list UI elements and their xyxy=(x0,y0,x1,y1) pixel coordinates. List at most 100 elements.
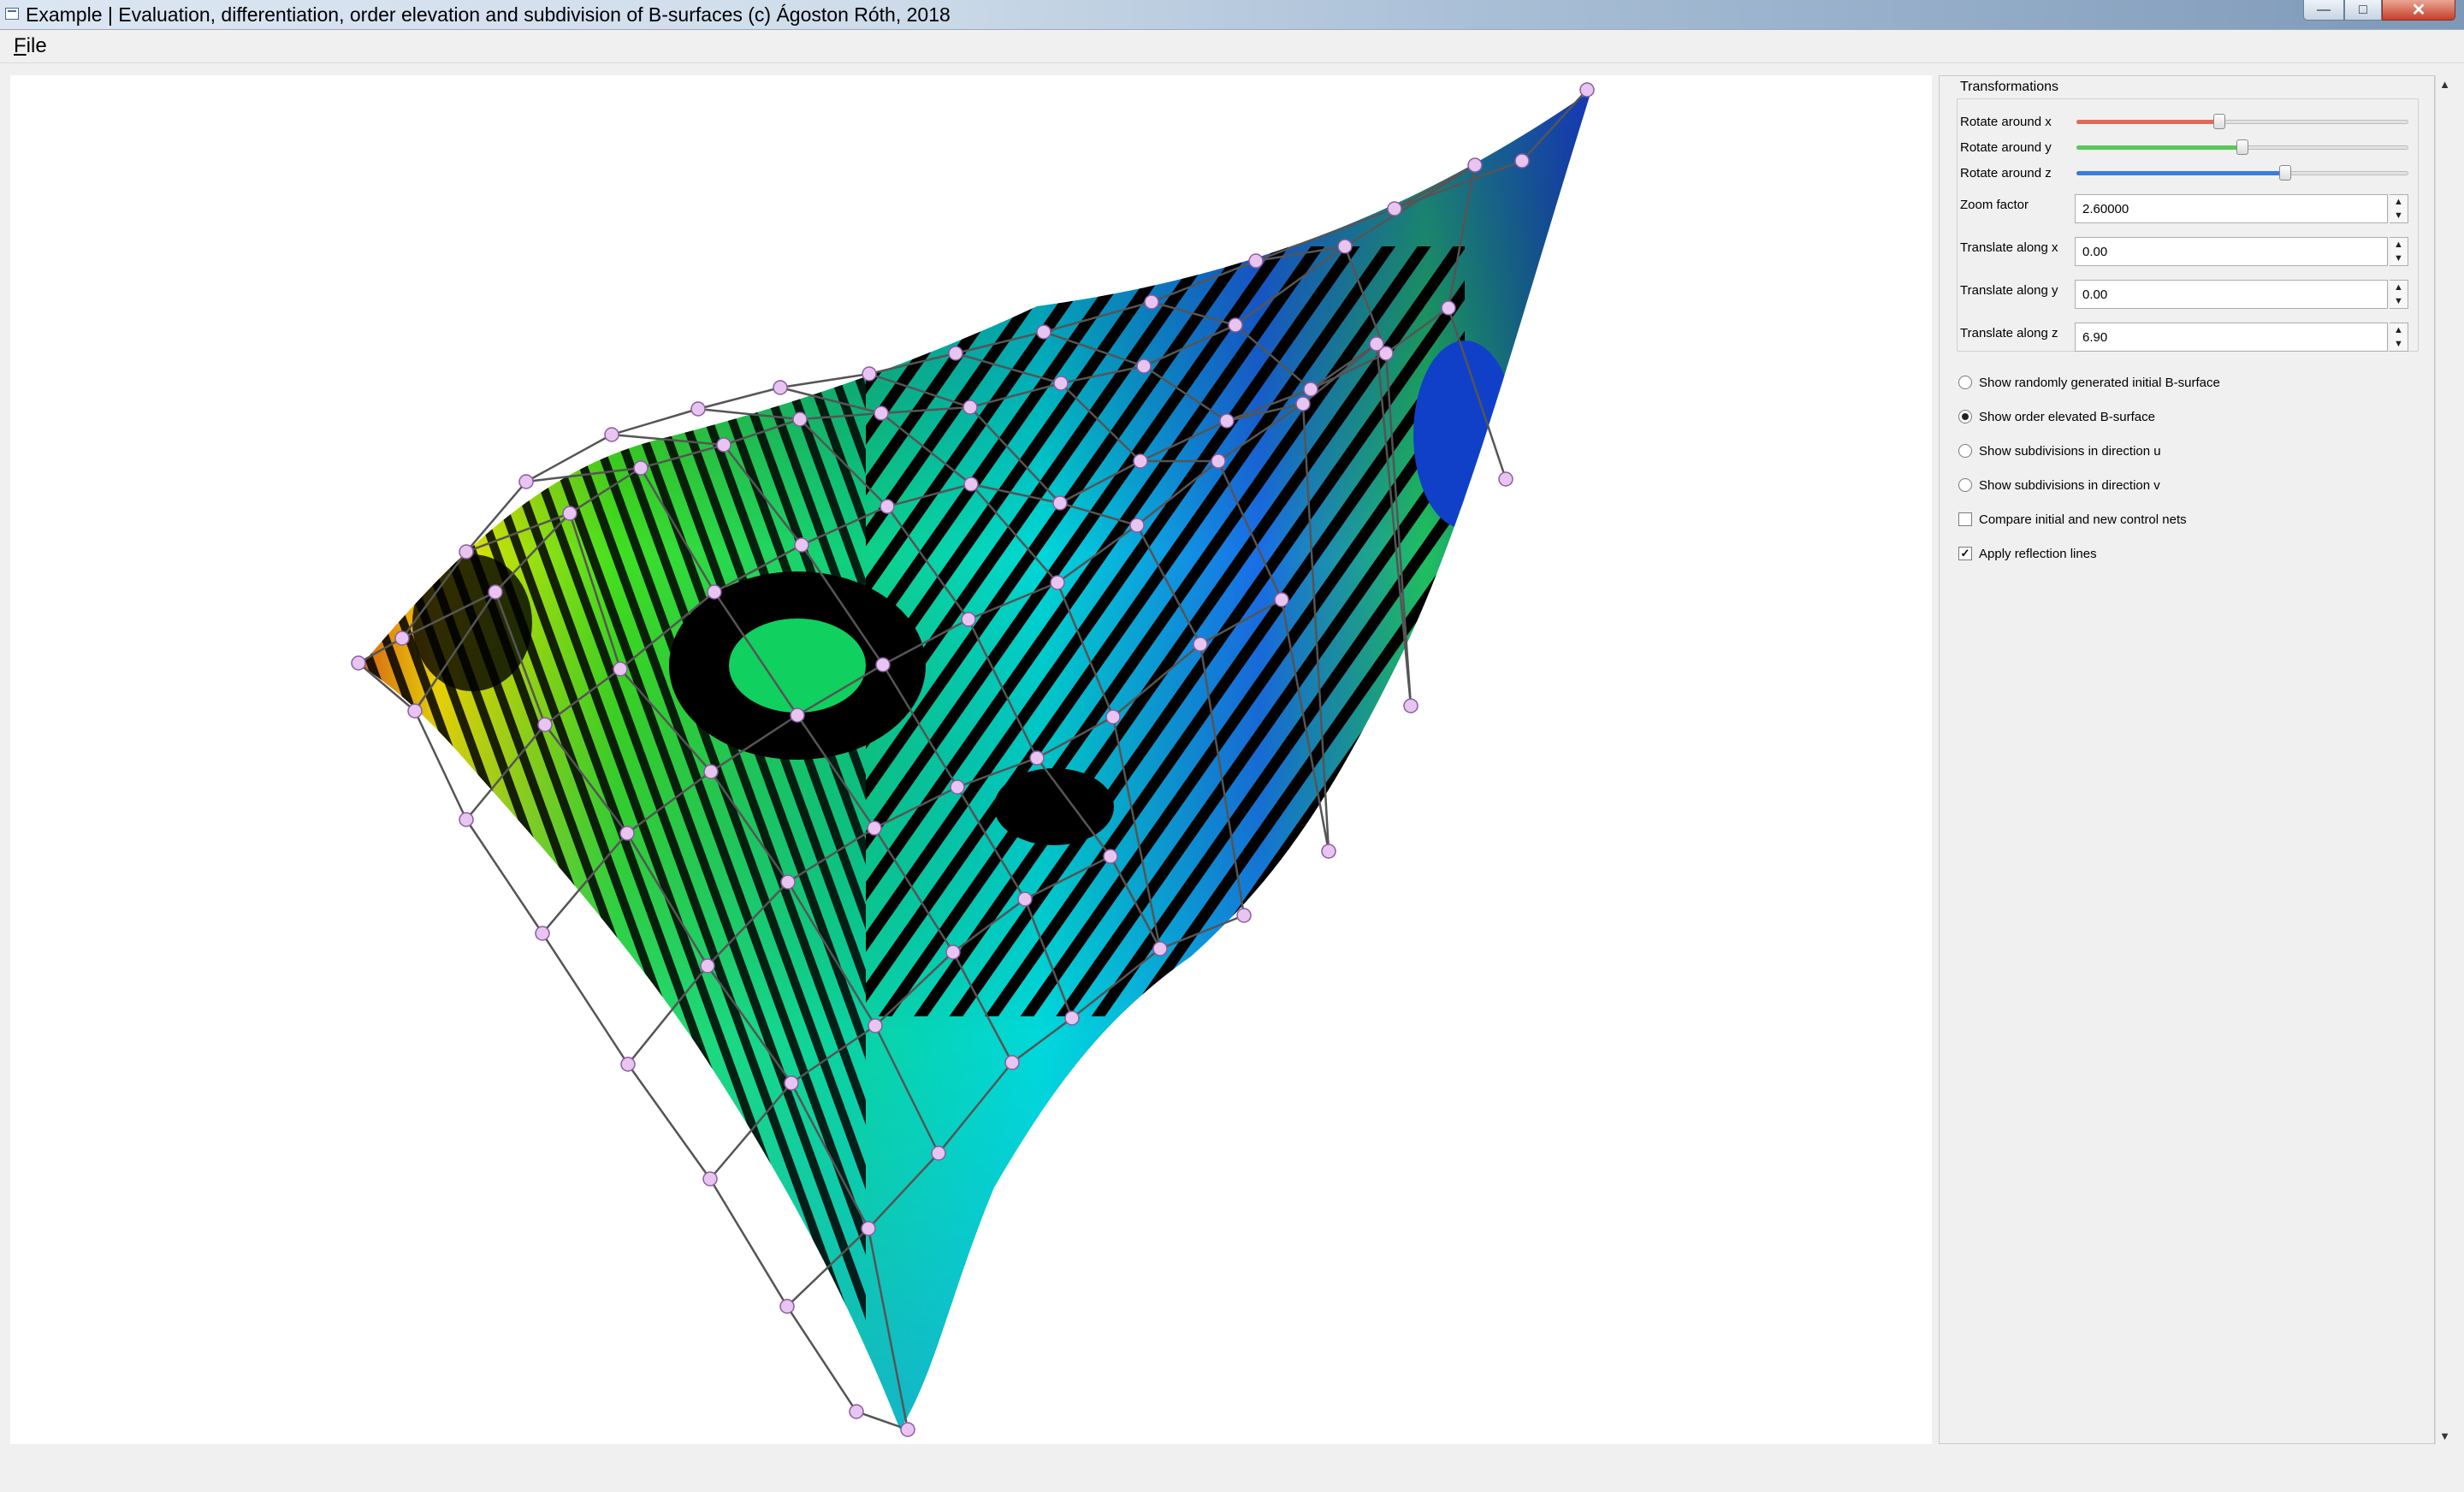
scroll-up-icon[interactable]: ▲ xyxy=(2436,75,2454,92)
option-order-elevated[interactable]: Show order elevated B-surface xyxy=(1958,406,2155,427)
control-point xyxy=(707,584,722,600)
control-point xyxy=(700,958,715,974)
control-point xyxy=(849,1404,864,1419)
zoom-factor-arrows[interactable]: ▲ ▼ xyxy=(2390,194,2408,223)
translate-y-input[interactable] xyxy=(2075,280,2388,309)
control-point xyxy=(900,1422,915,1437)
spin-down-icon[interactable]: ▼ xyxy=(2390,252,2408,265)
control-point xyxy=(604,427,619,442)
spin-up-icon[interactable]: ▲ xyxy=(2390,238,2408,252)
scroll-down-icon[interactable]: ▼ xyxy=(2436,1427,2454,1444)
transformations-group xyxy=(1957,98,2419,352)
rotate-x-handle[interactable] xyxy=(2212,114,2225,129)
compare-control-nets-checkbox[interactable]: Compare initial and new control nets xyxy=(1958,509,2187,530)
control-point xyxy=(459,544,474,560)
translate-y-arrows[interactable]: ▲ ▼ xyxy=(2390,280,2408,309)
zoom-factor-input[interactable] xyxy=(2075,194,2388,223)
control-point xyxy=(792,411,808,427)
translate-y-spinbox[interactable]: ▲▼ xyxy=(2075,280,2408,309)
control-point xyxy=(868,1018,883,1033)
option-subdivision-v[interactable]: Show subdivisions in direction v xyxy=(1958,475,2160,495)
option-initial-surface[interactable]: Show randomly generated initial B-surfac… xyxy=(1958,372,2220,393)
checkbox-icon[interactable] xyxy=(1958,512,1972,526)
control-point xyxy=(779,1299,795,1314)
control-point xyxy=(1053,376,1069,391)
minimize-button[interactable]: — xyxy=(2303,0,2344,21)
control-point xyxy=(784,1075,799,1091)
control-point xyxy=(702,1171,718,1187)
control-point xyxy=(773,380,788,395)
control-point xyxy=(950,779,965,795)
rotate-z-fill xyxy=(2076,171,2286,175)
radio-icon[interactable] xyxy=(1958,478,1972,492)
control-point xyxy=(619,826,635,841)
option-subdivision-u[interactable]: Show subdivisions in direction u xyxy=(1958,441,2161,461)
control-point xyxy=(1036,324,1051,340)
maximize-button[interactable]: □ xyxy=(2344,0,2382,21)
option-order-elevated-label: Show order elevated B-surface xyxy=(1979,409,2155,424)
menu-file-label: ile xyxy=(26,34,47,57)
option-subdivision-u-label: Show subdivisions in direction u xyxy=(1979,443,2161,459)
control-point xyxy=(1211,453,1226,469)
control-point xyxy=(633,460,649,476)
spin-up-icon[interactable]: ▲ xyxy=(2390,323,2408,337)
control-point xyxy=(1152,941,1168,956)
translate-z-input[interactable] xyxy=(2075,323,2388,352)
panel-scrollbar[interactable]: ▲ ▼ xyxy=(2435,75,2454,1444)
translate-x-spinbox[interactable]: ▲▼ xyxy=(2075,237,2408,266)
translate-x-input[interactable] xyxy=(2075,237,2388,266)
rotate-z-handle[interactable] xyxy=(2279,165,2292,181)
control-point xyxy=(1193,636,1208,652)
control-point xyxy=(1498,471,1513,487)
option-initial-surface-label: Show randomly generated initial B-surfac… xyxy=(1979,375,2220,390)
reflection-lines-checkbox[interactable]: ✓ Apply reflection lines xyxy=(1958,543,2097,564)
control-point xyxy=(1017,891,1033,907)
rotate-y-label: Rotate around y xyxy=(1960,140,2052,155)
spin-up-icon[interactable]: ▲ xyxy=(2390,281,2408,294)
close-button[interactable]: ✕ xyxy=(2382,0,2455,21)
control-point xyxy=(875,657,891,672)
control-net-line xyxy=(541,932,630,1065)
control-point xyxy=(1052,495,1068,511)
control-point xyxy=(703,764,719,779)
control-point xyxy=(537,717,553,732)
translate-z-arrows[interactable]: ▲ ▼ xyxy=(2390,323,2408,352)
control-point xyxy=(874,406,889,421)
group-title: Transformations xyxy=(1958,80,2060,95)
rotate-y-handle[interactable] xyxy=(2236,139,2248,155)
control-point xyxy=(962,400,978,415)
gl-viewport[interactable] xyxy=(10,75,1932,1444)
control-point xyxy=(1467,157,1483,173)
control-net-line xyxy=(626,1063,712,1180)
translate-z-spinbox[interactable]: ▲▼ xyxy=(2075,323,2408,352)
checkbox-icon[interactable]: ✓ xyxy=(1958,547,1972,560)
control-point xyxy=(1236,908,1252,923)
radio-icon[interactable] xyxy=(1958,444,1972,458)
menu-file[interactable]: File xyxy=(14,34,47,58)
translate-x-arrows[interactable]: ▲ ▼ xyxy=(2390,237,2408,266)
control-point xyxy=(562,506,578,521)
spin-up-icon[interactable]: ▲ xyxy=(2390,195,2408,209)
zoom-factor-spinbox[interactable]: ▲▼ xyxy=(2075,194,2408,223)
control-point xyxy=(1103,849,1118,864)
rotate-x-slider[interactable] xyxy=(2076,112,2408,133)
control-point xyxy=(1136,358,1152,374)
control-point xyxy=(1129,518,1145,533)
control-point xyxy=(394,631,410,646)
translate-y-label: Translate along y xyxy=(1960,283,2058,298)
control-point xyxy=(1514,153,1530,169)
control-point xyxy=(963,477,979,492)
rotate-y-slider[interactable] xyxy=(2076,138,2408,158)
control-point xyxy=(1387,201,1402,216)
control-point xyxy=(780,874,796,890)
control-point xyxy=(459,812,474,827)
radio-icon[interactable] xyxy=(1958,376,1972,389)
spin-down-icon[interactable]: ▼ xyxy=(2390,294,2408,308)
control-point xyxy=(961,612,976,627)
window-controls: — □ ✕ xyxy=(2303,0,2455,22)
control-point xyxy=(1228,317,1243,333)
radio-icon[interactable] xyxy=(1958,410,1972,423)
rotate-z-slider[interactable] xyxy=(2076,163,2408,184)
spin-down-icon[interactable]: ▼ xyxy=(2390,337,2408,351)
spin-down-icon[interactable]: ▼ xyxy=(2390,209,2408,222)
